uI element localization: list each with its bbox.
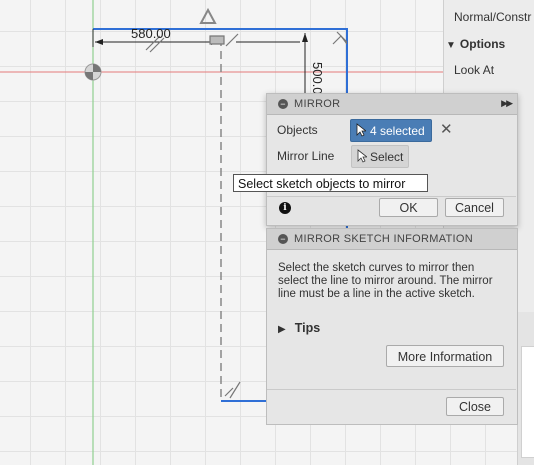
objects-label: Objects: [277, 123, 318, 137]
collapse-icon[interactable]: −: [278, 234, 288, 244]
info-panel-header[interactable]: − MIRROR SKETCH INFORMATION: [267, 229, 517, 250]
info-panel-description: Select the sketch curves to mirror then …: [278, 262, 493, 300]
horizontal-dimension[interactable]: 580.00: [131, 26, 171, 41]
mirror-line-select-button[interactable]: Select: [351, 145, 409, 168]
cursor-arrow-icon: [357, 149, 367, 163]
tips-toggle[interactable]: ▶ Tips: [278, 321, 320, 335]
mirror-line-select-label: Select: [370, 150, 404, 164]
collapse-icon[interactable]: −: [278, 99, 288, 109]
clear-selection-icon[interactable]: ✕: [440, 120, 453, 138]
close-button[interactable]: Close: [446, 397, 504, 416]
objects-selected-count: 4 selected: [370, 124, 425, 138]
triangle-right-icon: ▶: [278, 324, 286, 335]
browser-lower-panel: [517, 312, 534, 465]
browser-row-normal-construction[interactable]: Normal/Constr: [454, 10, 531, 24]
mirror-dialog-header[interactable]: − MIRROR ▶▶: [267, 94, 517, 115]
mirror-dialog-title: MIRROR: [294, 98, 341, 110]
origin-icon[interactable]: [84, 63, 102, 81]
objects-select-button[interactable]: 4 selected: [350, 119, 432, 142]
mirror-line-label: Mirror Line: [277, 149, 335, 163]
browser-options-header[interactable]: ▼ Options: [446, 37, 505, 51]
browser-white-area: [521, 346, 534, 458]
info-panel-title: MIRROR SKETCH INFORMATION: [294, 233, 474, 245]
cancel-button[interactable]: Cancel: [445, 198, 504, 217]
tooltip: Select sketch objects to mirror: [233, 174, 428, 192]
info-icon[interactable]: i: [279, 202, 291, 214]
ok-button[interactable]: OK: [379, 198, 438, 217]
browser-row-look-at[interactable]: Look At: [454, 63, 494, 77]
expand-arrows-icon[interactable]: ▶▶: [501, 98, 513, 109]
constraint-triangle-icon[interactable]: [199, 7, 217, 24]
cursor-arrow-icon: [356, 123, 366, 137]
more-information-button[interactable]: More Information: [386, 345, 504, 367]
caret-down-icon: ▼: [446, 40, 456, 51]
